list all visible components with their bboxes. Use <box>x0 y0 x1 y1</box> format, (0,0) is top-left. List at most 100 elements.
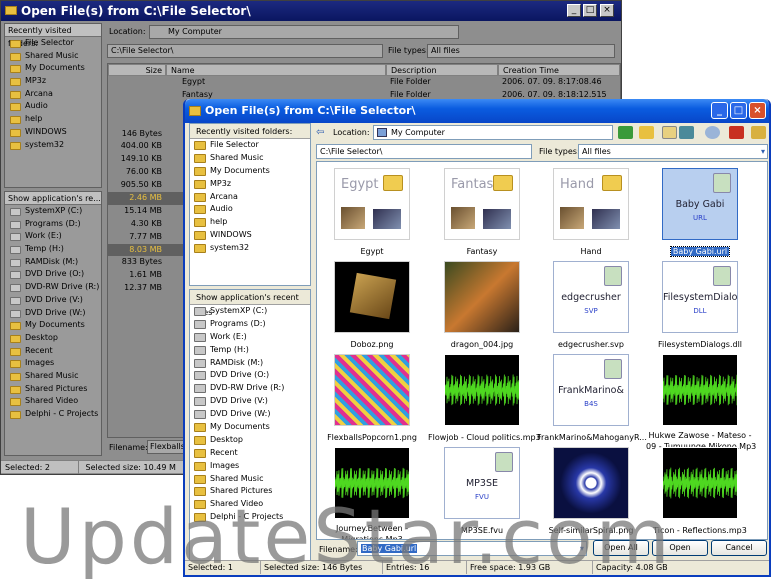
file-tile[interactable] <box>334 354 410 426</box>
file-tile[interactable] <box>662 354 738 426</box>
front-place-item[interactable]: DVD Drive (O:) <box>190 369 310 382</box>
file-tile[interactable] <box>444 261 520 333</box>
back-col-name[interactable]: Name <box>166 64 386 76</box>
file-tile[interactable] <box>334 261 410 333</box>
crate-image <box>349 272 397 320</box>
back-place-item[interactable]: Recent <box>5 345 101 358</box>
chevron-down-icon[interactable]: ▾ <box>761 145 765 158</box>
delete-icon[interactable] <box>729 126 744 139</box>
file-tile[interactable] <box>662 447 738 519</box>
front-apps-title[interactable]: Show application's recent files <box>190 290 310 317</box>
back-recent-item[interactable]: My Documents <box>5 62 101 75</box>
back-place-item[interactable]: Shared Video <box>5 395 101 408</box>
back-maximize-button[interactable]: □ <box>583 4 597 17</box>
front-place-item[interactable]: My Documents <box>190 421 310 434</box>
new-folder-icon[interactable] <box>639 126 654 139</box>
back-table-row[interactable]: Egypt File Folder 2006. 07. 09. 8:17:08.46 <box>108 76 620 89</box>
front-place-item[interactable]: SystemXP (C:) <box>190 305 310 318</box>
front-place-item[interactable]: RAMDisk (M:) <box>190 357 310 370</box>
front-recent-item[interactable]: WINDOWS <box>190 229 310 242</box>
back-place-item[interactable]: Shared Music <box>5 370 101 383</box>
front-place-item-label: Temp (H:) <box>210 344 249 354</box>
front-place-item[interactable]: DVD Drive (W:) <box>190 408 310 421</box>
back-place-item[interactable]: Shared Pictures <box>5 383 101 396</box>
front-place-item[interactable]: Work (E:) <box>190 331 310 344</box>
back-place-item[interactable]: Delphi - C Projects <box>5 408 101 421</box>
back-col-creation-time[interactable]: Creation Time <box>498 64 620 76</box>
back-col-description[interactable]: Description <box>386 64 498 76</box>
back-place-item[interactable]: Programs (D:) <box>5 218 101 231</box>
back-arrow-icon[interactable]: ⇦ <box>316 127 324 138</box>
favorites-icon[interactable] <box>662 126 677 139</box>
back-window-title: Open File(s) from C:\File Selector\ <box>21 4 251 18</box>
file-tile[interactable]: FilesystemDialo DLL <box>662 261 738 333</box>
file-tile[interactable]: edgecrusher SVP <box>553 261 629 333</box>
back-recent-item[interactable]: Shared Music <box>5 50 101 63</box>
front-place-item[interactable]: DVD-RW Drive (R:) <box>190 382 310 395</box>
front-minimize-button[interactable]: _ <box>711 102 728 119</box>
back-place-item[interactable]: DVD Drive (O:) <box>5 268 101 281</box>
front-place-item[interactable]: Recent <box>190 447 310 460</box>
front-recent-item[interactable]: system32 <box>190 242 310 255</box>
back-col-size[interactable]: Size <box>108 64 166 76</box>
front-recent-item[interactable]: Shared Music <box>190 152 310 165</box>
back-place-item-label: My Documents <box>25 320 85 330</box>
back-place-item[interactable]: Images <box>5 357 101 370</box>
settings-icon[interactable] <box>751 126 766 139</box>
back-place-item[interactable]: RAMDisk (M:) <box>5 256 101 269</box>
back-recent-item[interactable]: Audio <box>5 100 101 113</box>
back-place-item[interactable]: Desktop <box>5 332 101 345</box>
front-place-item[interactable]: Programs (D:) <box>190 318 310 331</box>
back-close-button[interactable]: × <box>600 4 614 17</box>
back-recent-item[interactable]: WINDOWS <box>5 126 101 139</box>
back-place-item[interactable]: DVD Drive (V:) <box>5 294 101 307</box>
front-maximize-button[interactable]: □ <box>730 102 747 119</box>
file-tile-label: Hand <box>580 247 602 256</box>
back-place-item[interactable]: DVD Drive (W:) <box>5 307 101 320</box>
front-place-item[interactable]: Desktop <box>190 434 310 447</box>
front-recent-item[interactable]: Arcana <box>190 191 310 204</box>
front-place-item[interactable]: DVD Drive (V:) <box>190 395 310 408</box>
file-tile[interactable]: Fantasy <box>444 168 520 240</box>
back-recent-item[interactable]: system32 <box>5 139 101 152</box>
front-recent-item[interactable]: Audio <box>190 203 310 216</box>
file-tile[interactable]: Egypt <box>334 168 410 240</box>
back-recent-item[interactable]: help <box>5 113 101 126</box>
thumbnail-view-icon[interactable] <box>679 126 694 139</box>
search-icon[interactable] <box>705 126 720 139</box>
file-tile[interactable]: FrankMarino& B4S <box>553 354 629 426</box>
front-recent-item[interactable]: My Documents <box>190 165 310 178</box>
front-recent-item[interactable]: MP3z <box>190 178 310 191</box>
front-place-item[interactable]: Shared Music <box>190 473 310 486</box>
back-path-field[interactable]: C:\File Selector\ <box>107 44 383 58</box>
front-location-combo[interactable]: My Computer <box>373 125 613 140</box>
back-place-item[interactable]: DVD-RW Drive (R:) <box>5 281 101 294</box>
back-location-combo[interactable]: My Computer <box>149 25 459 39</box>
back-filetypes-combo[interactable]: All files <box>427 44 615 58</box>
refresh-icon[interactable] <box>618 126 633 139</box>
front-close-button[interactable]: × <box>749 102 766 119</box>
front-place-item-label: Shared Music <box>210 473 264 483</box>
document-thumbnail: edgecrusher SVP <box>554 262 628 332</box>
front-filetypes-combo[interactable]: All files ▾ <box>578 144 768 159</box>
front-place-item[interactable]: Temp (H:) <box>190 344 310 357</box>
file-tile[interactable] <box>444 354 520 426</box>
back-recent-item[interactable]: Arcana <box>5 88 101 101</box>
back-minimize-button[interactable]: _ <box>567 4 581 17</box>
back-place-item[interactable]: Work (E:) <box>5 230 101 243</box>
file-tile[interactable]: Baby Gabi URL <box>662 168 738 240</box>
back-recent-item[interactable]: File Selector <box>5 37 101 50</box>
folder-icon <box>10 360 21 369</box>
back-recent-item[interactable]: MP3z <box>5 75 101 88</box>
back-place-item[interactable]: SystemXP (C:) <box>5 205 101 218</box>
front-path-field[interactable]: C:\File Selector\ <box>316 144 532 159</box>
back-place-item[interactable]: My Documents <box>5 319 101 332</box>
back-apps-title[interactable]: Show application's re... <box>5 192 101 205</box>
back-place-item[interactable]: Temp (H:) <box>5 243 101 256</box>
front-place-item[interactable]: Images <box>190 460 310 473</box>
folder-icon <box>602 175 622 191</box>
front-recent-item[interactable]: File Selector <box>190 139 310 152</box>
front-recent-item[interactable]: help <box>190 216 310 229</box>
file-tile[interactable]: Hand <box>553 168 629 240</box>
cancel-button[interactable]: Cancel <box>711 540 767 556</box>
